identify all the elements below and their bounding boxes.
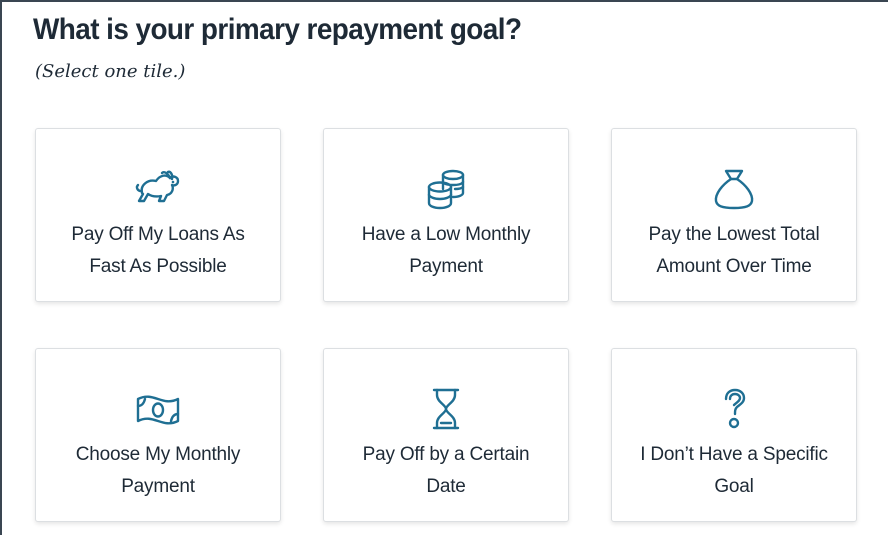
tile-lowest-total-amount[interactable]: Pay the Lowest Total Amount Over Time — [611, 128, 857, 302]
tile-label: Choose My Monthly Payment — [75, 444, 241, 497]
tile-label: Pay Off My Loans As Fast As Possible — [71, 224, 245, 277]
tile-pay-off-fast[interactable]: Pay Off My Loans As Fast As Possible — [35, 128, 281, 302]
question-title: What is your primary repayment goal? — [33, 13, 522, 46]
question-instruction: (Select one tile.) — [35, 61, 186, 82]
tile-label: I Don’t Have a Specific Goal — [640, 444, 828, 497]
money-bag-icon — [710, 167, 758, 211]
coins-icon — [422, 167, 470, 211]
tile-no-specific-goal[interactable]: I Don’t Have a Specific Goal — [611, 348, 857, 522]
tile-low-monthly-payment[interactable]: Have a Low Monthly Payment — [323, 128, 569, 302]
tile-pay-off-by-date[interactable]: Pay Off by a Certain Date — [323, 348, 569, 522]
repayment-goal-panel: What is your primary repayment goal? (Se… — [0, 0, 888, 535]
tile-label: Pay the Lowest Total Amount Over Time — [648, 224, 820, 277]
banknote-icon — [134, 387, 182, 431]
rabbit-icon — [134, 167, 182, 211]
hourglass-icon — [422, 387, 470, 431]
tile-label: Have a Low Monthly Payment — [361, 224, 531, 277]
tile-label: Pay Off by a Certain Date — [362, 444, 530, 497]
tile-choose-monthly-payment[interactable]: Choose My Monthly Payment — [35, 348, 281, 522]
question-mark-icon — [710, 387, 758, 431]
